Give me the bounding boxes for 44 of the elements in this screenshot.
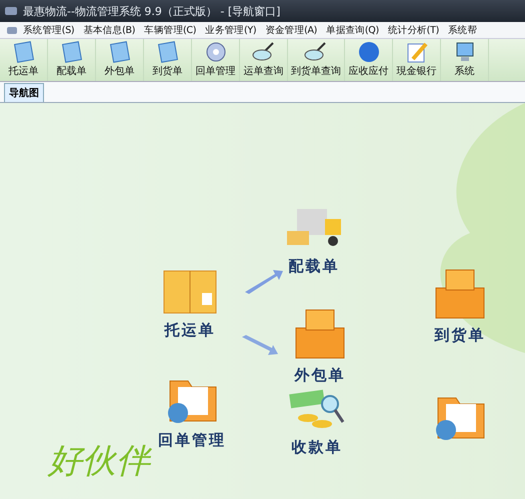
notepad-pencil-icon [404,41,428,63]
toolbar-button[interactable]: 現金银行 [393,39,441,81]
disc-icon [204,41,228,63]
toolbar-button[interactable]: 到货单查询 [288,39,345,81]
tab[interactable]: 导航图 [4,83,44,102]
arrow-icon [243,268,283,294]
menu-item[interactable]: 单据查询(Q) [321,24,383,36]
nav-label: 外包单 [294,366,346,385]
app-icon [4,6,18,16]
nav-item[interactable]: 托运单 [160,253,220,340]
logo: 好伙伴 [48,440,150,483]
menu-item[interactable]: 资金管理(A) [260,24,322,36]
document-icon [156,41,180,63]
document-icon [60,41,84,63]
nav-item[interactable]: 回单管理 [158,371,226,450]
toolbar-button[interactable]: 运单查询 [240,39,288,81]
menu-item[interactable]: 系统帮 [443,24,482,36]
magnifier-icon [250,41,276,63]
toolbar-button[interactable]: 回单管理 [192,39,240,81]
nav-label: 托运单 [164,321,216,340]
menu-item[interactable]: 车辆管理(C) [139,24,200,36]
nav-item[interactable]: 到货单 [432,268,488,345]
document-icon [12,41,36,63]
monitor-icon [454,41,474,63]
nav-item[interactable]: 收款单 [288,388,346,457]
toolbar-button[interactable]: 托运单 [0,39,48,81]
nav-label: 配载单 [288,257,340,276]
toolbar-button[interactable]: 到货单 [144,39,192,81]
window-title: 最惠物流--物流管理系统 9.9（正式版） - [导航窗口] [23,4,280,18]
nav-label: 收款单 [292,438,342,457]
nav-label: 到货单 [434,326,486,345]
toolbar-button[interactable]: 应收应付 [345,39,393,81]
nav-item[interactable]: 外包单 [292,308,348,385]
nav-item[interactable]: 配载单 [285,203,343,276]
toolbar-button[interactable]: 系统 [441,39,489,81]
nav-label: 回单管理 [158,431,226,450]
app-icon [6,26,18,34]
menu-item[interactable]: 业务管理(Y) [200,24,260,36]
document-icon [108,41,132,63]
toolbar-button[interactable]: 外包单 [96,39,144,81]
toolbar-button[interactable]: 配载单 [48,39,96,81]
menu-item[interactable]: 系统管理(S) [18,24,78,36]
menu-item[interactable]: 基本信息(B) [78,24,140,36]
menu-item[interactable]: 统计分析(T) [382,24,443,36]
